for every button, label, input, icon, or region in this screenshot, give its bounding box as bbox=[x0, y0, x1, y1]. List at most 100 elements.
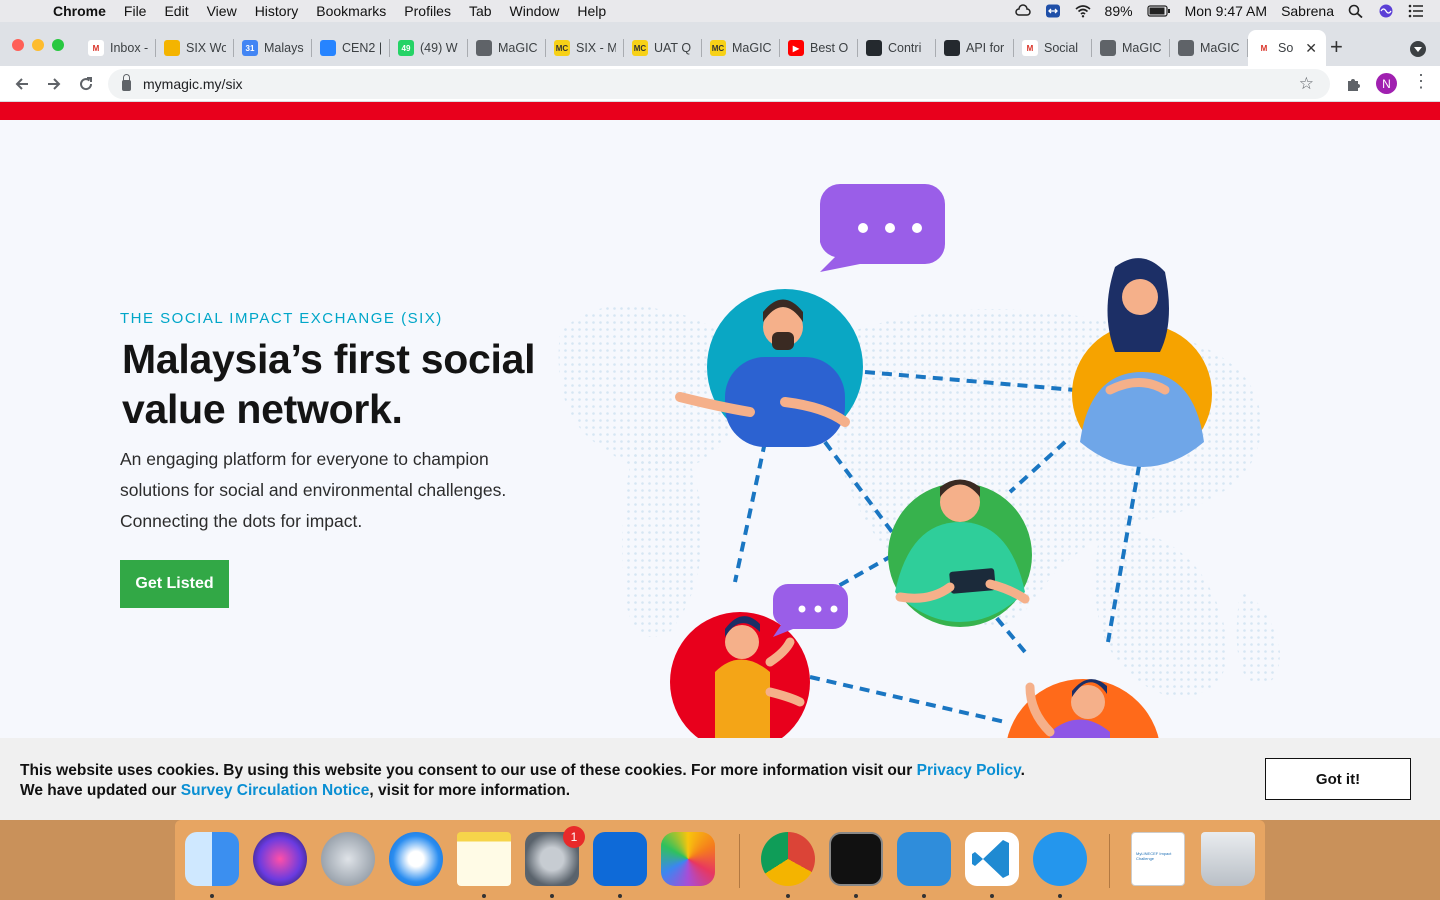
running-indicator bbox=[990, 894, 994, 898]
browser-tab[interactable]: Contri bbox=[858, 30, 936, 66]
finder-icon[interactable] bbox=[185, 832, 239, 886]
tab-favicon-icon: M bbox=[1256, 40, 1272, 56]
reload-button[interactable] bbox=[74, 72, 98, 96]
running-indicator bbox=[550, 894, 554, 898]
survey-circulation-notice-link[interactable]: Survey Circulation Notice bbox=[181, 782, 370, 799]
battery-icon[interactable] bbox=[1146, 4, 1171, 18]
get-listed-button[interactable]: Get Listed bbox=[120, 560, 229, 608]
browser-tab[interactable]: MaGIC bbox=[1170, 30, 1248, 66]
running-indicator bbox=[210, 894, 214, 898]
menu-bookmarks[interactable]: Bookmarks bbox=[307, 3, 395, 19]
teamviewer-status-icon[interactable] bbox=[1045, 4, 1061, 18]
avatar-yellow-woman bbox=[1072, 258, 1212, 467]
vscode-logo-icon bbox=[972, 840, 1009, 878]
browser-tab[interactable]: MaGIC bbox=[1092, 30, 1170, 66]
browser-tab[interactable]: MC MaGIC bbox=[702, 30, 780, 66]
avatar-red-man bbox=[670, 612, 810, 752]
cookie-consent-banner: This website uses cookies. By using this… bbox=[0, 738, 1440, 820]
browser-tab[interactable]: CEN2 | bbox=[312, 30, 390, 66]
menu-app-chrome[interactable]: Chrome bbox=[44, 3, 115, 19]
wifi-icon[interactable] bbox=[1075, 4, 1091, 18]
teamviewer-icon[interactable] bbox=[593, 832, 647, 886]
bookmark-star-icon[interactable]: ☆ bbox=[1299, 74, 1314, 94]
url-text[interactable]: mymagic.my/six bbox=[143, 76, 243, 92]
notification-center-icon[interactable] bbox=[1408, 4, 1424, 18]
fork-app-icon[interactable] bbox=[897, 832, 951, 886]
browser-tab[interactable]: SIX Wo bbox=[156, 30, 234, 66]
menu-tab[interactable]: Tab bbox=[460, 3, 501, 19]
docker-icon[interactable] bbox=[1033, 832, 1087, 886]
minimize-window-button[interactable] bbox=[32, 39, 44, 51]
tab-favicon-icon bbox=[1178, 40, 1194, 56]
new-tab-button[interactable]: + bbox=[1330, 36, 1343, 58]
menu-edit[interactable]: Edit bbox=[155, 3, 197, 19]
browser-tab[interactable]: M Social bbox=[1014, 30, 1092, 66]
got-it-button[interactable]: Got it! bbox=[1265, 758, 1411, 800]
launchpad-rocket-icon[interactable] bbox=[321, 832, 375, 886]
tab-favicon-icon: M bbox=[88, 40, 104, 56]
chrome-menu-icon[interactable]: ⋮ bbox=[1412, 71, 1430, 92]
hero-headline: Malaysia’s first social value network. bbox=[122, 336, 536, 432]
profile-avatar[interactable]: N bbox=[1376, 73, 1397, 94]
tab-search-icon[interactable] bbox=[1410, 41, 1426, 57]
browser-tab[interactable]: ▶ Best O bbox=[780, 30, 858, 66]
trash-icon[interactable] bbox=[1201, 832, 1255, 886]
back-button[interactable] bbox=[10, 72, 34, 96]
close-tab-icon[interactable]: ✕ bbox=[1305, 40, 1317, 57]
browser-tab[interactable]: MaGIC bbox=[468, 30, 546, 66]
photos-icon[interactable] bbox=[661, 832, 715, 886]
menu-help[interactable]: Help bbox=[568, 3, 615, 19]
browser-tab[interactable]: 49 (49) W bbox=[390, 30, 468, 66]
tab-favicon-icon: MC bbox=[554, 40, 570, 56]
system-preferences-gear-icon[interactable]: 1 bbox=[525, 826, 585, 886]
tab-title: So bbox=[1278, 41, 1294, 55]
terminal-icon[interactable] bbox=[829, 832, 883, 886]
macos-dock: 1 MyLINECEF Impact Challenge bbox=[175, 820, 1265, 900]
lock-icon[interactable] bbox=[122, 74, 131, 91]
clock[interactable]: Mon 9:47 AM bbox=[1185, 3, 1268, 19]
safari-compass-icon[interactable] bbox=[389, 832, 443, 886]
running-indicator bbox=[922, 894, 926, 898]
chat-bubble-icon bbox=[820, 184, 945, 272]
hero-eyebrow: THE SOCIAL IMPACT EXCHANGE (SIX) bbox=[120, 310, 443, 327]
privacy-policy-link[interactable]: Privacy Policy bbox=[917, 762, 1021, 779]
extensions-puzzle-icon[interactable] bbox=[1344, 74, 1364, 94]
browser-tab[interactable]: MC UAT Q bbox=[624, 30, 702, 66]
forward-button[interactable] bbox=[42, 72, 66, 96]
status-area: 89% Mon 9:47 AM Sabrena bbox=[1014, 3, 1440, 19]
tab-title: MaGIC bbox=[1200, 41, 1240, 55]
tab-favicon-icon: MC bbox=[710, 40, 726, 56]
cookie-text-line-2-end: , visit for more information. bbox=[369, 782, 571, 799]
siri-dock-icon[interactable] bbox=[253, 832, 307, 886]
macos-menu-bar: Chrome File Edit View History Bookmarks … bbox=[0, 0, 1440, 22]
tab-title: API for bbox=[966, 41, 1005, 55]
menu-file[interactable]: File bbox=[115, 3, 156, 19]
menu-profiles[interactable]: Profiles bbox=[395, 3, 460, 19]
browser-tab[interactable]: M So ✕ bbox=[1248, 30, 1326, 66]
menu-history[interactable]: History bbox=[246, 3, 308, 19]
running-indicator bbox=[1058, 894, 1062, 898]
notes-icon[interactable] bbox=[457, 832, 511, 886]
siri-icon[interactable] bbox=[1378, 4, 1394, 18]
address-bar[interactable]: mymagic.my/six ☆ bbox=[108, 69, 1330, 99]
tab-title: Malays bbox=[264, 41, 304, 55]
user-name[interactable]: Sabrena bbox=[1281, 3, 1334, 19]
browser-tab[interactable]: 31 Malays bbox=[234, 30, 312, 66]
menu-view[interactable]: View bbox=[198, 3, 246, 19]
tab-title: Contri bbox=[888, 41, 922, 55]
browser-tab[interactable]: M Inbox - bbox=[80, 30, 156, 66]
vscode-icon[interactable] bbox=[965, 832, 1019, 886]
browser-tab[interactable]: MC SIX - M bbox=[546, 30, 624, 66]
tab-title: SIX - M bbox=[576, 41, 616, 55]
zoom-window-button[interactable] bbox=[52, 39, 64, 51]
spotlight-search-icon[interactable] bbox=[1348, 4, 1364, 18]
chrome-icon[interactable] bbox=[761, 832, 815, 886]
tab-favicon-icon bbox=[944, 40, 960, 56]
web-page-content: THE SOCIAL IMPACT EXCHANGE (SIX) Malaysi… bbox=[0, 102, 1440, 820]
tab-title: MaGIC bbox=[732, 41, 772, 55]
menu-window[interactable]: Window bbox=[501, 3, 569, 19]
browser-tab[interactable]: API for bbox=[936, 30, 1014, 66]
cloud-sync-icon[interactable] bbox=[1014, 4, 1031, 18]
close-window-button[interactable] bbox=[12, 39, 24, 51]
document-preview-icon[interactable]: MyLINECEF Impact Challenge bbox=[1131, 832, 1185, 886]
